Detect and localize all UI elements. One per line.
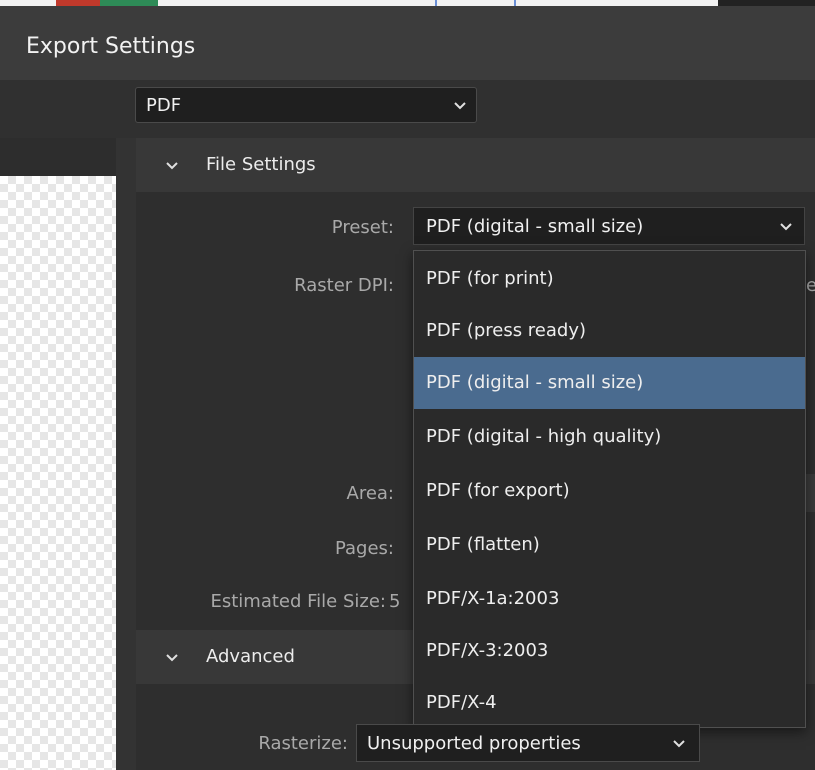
format-select-value: PDF: [146, 95, 182, 116]
chevron-down-icon: [164, 157, 180, 173]
option-label: PDF (digital - small size): [426, 372, 644, 393]
preset-option-selected[interactable]: PDF (digital - small size): [414, 357, 805, 409]
rasterize-label: Rasterize:: [258, 733, 348, 754]
preset-option[interactable]: PDF/X-4: [414, 677, 805, 729]
raster-dpi-label: Raster DPI:: [294, 275, 394, 296]
estimated-file-size-value: 5: [389, 591, 401, 612]
preset-option[interactable]: PDF (press ready): [414, 305, 805, 357]
option-label: PDF/X-3:2003: [426, 640, 549, 661]
file-settings-header[interactable]: File Settings: [136, 138, 815, 192]
preset-option[interactable]: PDF (flatten): [414, 519, 805, 571]
section-title: File Settings: [206, 154, 316, 175]
preset-option[interactable]: PDF (for export): [414, 465, 805, 517]
chevron-down-icon: [778, 218, 794, 234]
format-select[interactable]: PDF: [135, 87, 477, 123]
option-label: PDF/X-4: [426, 692, 497, 713]
export-preview-canvas: [0, 176, 116, 770]
section-title: Advanced: [206, 646, 295, 667]
preset-option[interactable]: PDF/X-3:2003: [414, 625, 805, 677]
area-label: Area:: [346, 483, 395, 504]
option-label: PDF (for print): [426, 268, 554, 289]
preset-option[interactable]: PDF/X-1a:2003: [414, 573, 805, 625]
rasterize-select-value: Unsupported properties: [367, 733, 581, 754]
title-bar: Export Settings: [0, 6, 815, 80]
preset-option[interactable]: PDF (digital - high quality): [414, 411, 805, 463]
chevron-down-icon: [452, 97, 468, 113]
preset-option[interactable]: PDF (for print): [414, 253, 805, 305]
preset-select-value: PDF (digital - small size): [426, 216, 644, 237]
estimated-file-size-label: Estimated File Size:: [210, 591, 386, 612]
option-label: PDF (digital - high quality): [426, 426, 662, 447]
preset-select[interactable]: PDF (digital - small size): [413, 207, 805, 245]
preset-dropdown-list: PDF (for print) PDF (press ready) PDF (d…: [413, 250, 806, 728]
clipped-text: e: [806, 275, 815, 296]
option-label: PDF/X-1a:2003: [426, 588, 560, 609]
option-label: PDF (press ready): [426, 320, 587, 341]
panel-gutter: [116, 138, 136, 770]
chevron-down-icon: [164, 649, 180, 665]
option-label: PDF (for export): [426, 480, 570, 501]
area-select-edge[interactable]: [806, 474, 815, 512]
export-settings-window: Export Settings PDF File Settings Advanc…: [0, 0, 815, 770]
format-row: PDF: [0, 80, 815, 138]
chevron-down-icon: [671, 735, 687, 751]
option-label: PDF (flatten): [426, 534, 540, 555]
window-title: Export Settings: [26, 34, 196, 59]
pages-label: Pages:: [334, 538, 394, 559]
rasterize-select[interactable]: Unsupported properties: [356, 724, 700, 762]
preset-label: Preset:: [331, 217, 394, 238]
